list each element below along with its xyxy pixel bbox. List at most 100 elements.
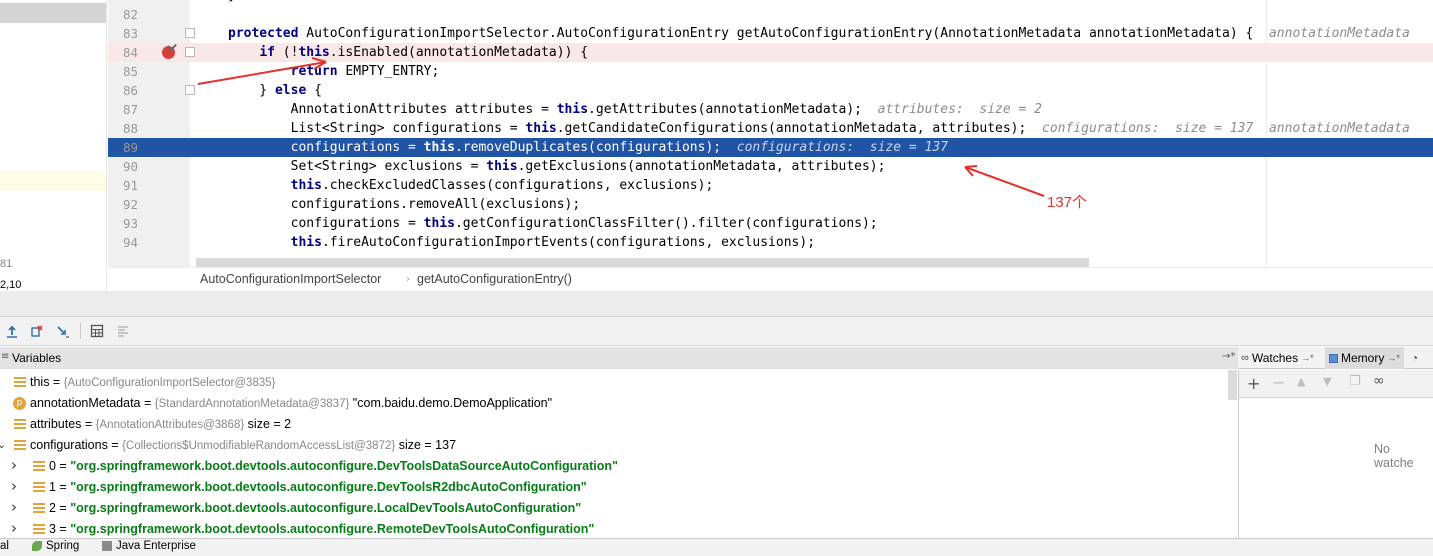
line-number[interactable]: 93 <box>108 214 138 233</box>
code-text[interactable]: } else { <box>228 81 322 100</box>
step-out-button[interactable] <box>3 322 21 340</box>
code-text[interactable]: AnnotationAttributes attributes = this.g… <box>228 100 1042 119</box>
code-keyword: if <box>259 45 275 60</box>
code-line-82[interactable]: 82 <box>108 5 1433 24</box>
code-line-91[interactable]: 91 this.checkExcludedClasses(configurati… <box>108 176 1433 195</box>
expanded-chevron-icon[interactable]: ⌄ <box>0 438 6 451</box>
evaluate-expression-button[interactable] <box>88 322 106 340</box>
line-number[interactable]: 83 <box>108 24 138 43</box>
variables-tree[interactable]: this = {AutoConfigurationImportSelector@… <box>0 370 1238 538</box>
field-icon <box>14 418 26 430</box>
variable-text: 0 = "org.springframework.boot.devtools.a… <box>49 459 618 473</box>
breakpoint-icon[interactable] <box>162 46 175 59</box>
code-text[interactable]: protected AutoConfigurationImportSelecto… <box>228 24 1410 43</box>
watches-tab[interactable]: ∞ Watches →* <box>1241 347 1314 369</box>
move-down-icon[interactable]: ▼ <box>1323 375 1331 388</box>
code-text[interactable]: this.checkExcludedClasses(configurations… <box>228 176 714 195</box>
line-number[interactable]: 85 <box>108 62 138 81</box>
line-number[interactable]: 86 <box>108 81 138 100</box>
fold-marker-icon[interactable] <box>185 47 195 57</box>
fold-marker-icon[interactable] <box>185 28 195 38</box>
code-line-83[interactable]: 83 protected AutoConfigurationImportSelec… <box>108 24 1433 43</box>
watches-panel[interactable]: + − ▲ ▼ ❐ ∞ No watche <box>1238 370 1433 538</box>
variable-equals: = <box>49 375 64 389</box>
code-line-94[interactable]: 94 this.fireAutoConfigurationImportEvent… <box>108 233 1433 252</box>
code-line-84[interactable]: 84 if (!this.isEnabled(annotationMetadat… <box>108 43 1433 62</box>
bottom-tab-java-enterprise[interactable]: Java Enterprise <box>102 540 196 552</box>
code-line-93[interactable]: 93 configurations = this.getConfiguratio… <box>108 214 1433 233</box>
variables-panel-tab[interactable]: ≡ Variables →* <box>0 347 1238 369</box>
code-text[interactable]: this.fireAutoConfigurationImportEvents(c… <box>228 233 815 252</box>
show-watches-glasses-icon[interactable]: ∞ <box>1373 373 1385 389</box>
watches-tab-label: Watches <box>1251 351 1299 365</box>
variable-name: 0 <box>49 459 56 473</box>
drop-frame-button[interactable] <box>28 322 46 340</box>
code-keyword: this <box>423 140 455 155</box>
move-up-icon[interactable]: ▲ <box>1297 375 1305 388</box>
code-line-86[interactable]: 86 } else { <box>108 81 1433 100</box>
variable-row-configurations[interactable]: ⌄ configurations = {Collections$Unmodifia… <box>0 435 1226 456</box>
collapsed-chevron-icon[interactable]: › <box>11 456 17 474</box>
line-number[interactable]: 91 <box>108 176 138 195</box>
code-text[interactable]: Set<String> exclusions = this.getExclusi… <box>228 157 886 176</box>
line-number[interactable]: 90 <box>108 157 138 176</box>
variable-text: 2 = "org.springframework.boot.devtools.a… <box>49 501 581 515</box>
variables-list-icon: ≡ <box>1 351 10 362</box>
bottom-tab-partial[interactable]: al <box>0 540 9 552</box>
line-number[interactable]: 89 <box>108 138 138 157</box>
fold-marker-icon[interactable] <box>185 85 195 95</box>
code-text[interactable]: return EMPTY_ENTRY; <box>228 62 440 81</box>
remove-watch-icon[interactable]: − <box>1272 373 1285 392</box>
code-token: .removeDuplicates(configurations); <box>454 140 729 155</box>
code-line-90[interactable]: 90 Set<String> exclusions = this.getExcl… <box>108 157 1433 176</box>
line-number[interactable]: 92 <box>108 195 138 214</box>
code-text[interactable]: configurations = this.removeDuplicates(c… <box>228 138 948 157</box>
variables-vertical-scrollbar[interactable] <box>1228 370 1237 400</box>
memory-hide-icon[interactable]: →* <box>1387 353 1400 363</box>
memory-tab[interactable]: Memory →* <box>1325 347 1404 369</box>
variable-row-this[interactable]: this = {AutoConfigurationImportSelector@… <box>0 372 1226 393</box>
editor-horizontal-scrollbar[interactable] <box>196 258 1089 267</box>
variable-equals: = <box>140 396 155 410</box>
variable-text: configurations = {Collections$Unmodifiab… <box>30 438 456 452</box>
variables-title: Variables <box>12 351 62 365</box>
breadcrumb-method[interactable]: getAutoConfigurationEntry() <box>417 272 572 286</box>
code-text[interactable]: List<String> configurations = this.getCa… <box>228 119 1410 138</box>
code-line-87[interactable]: 87 AnnotationAttributes attributes = thi… <box>108 100 1433 119</box>
variable-row-annotationMetadata[interactable]: p annotationMetadata = {StandardAnnotatio… <box>0 393 1226 414</box>
variable-item-row[interactable]: › 3 = "org.springframework.boot.devtools.… <box>0 519 1226 538</box>
code-line-92[interactable]: 92 configurations.removeAll(exclusions); <box>108 195 1433 214</box>
run-to-cursor-button[interactable] <box>54 322 72 340</box>
line-number[interactable]: 87 <box>108 100 138 119</box>
variable-item-row[interactable]: › 1 = "org.springframework.boot.devtools.… <box>0 477 1226 498</box>
code-line-85[interactable]: 85 return EMPTY_ENTRY; <box>108 62 1433 81</box>
line-number[interactable]: 84 <box>108 43 138 62</box>
breadcrumb-class[interactable]: AutoConfigurationImportSelector <box>200 272 381 286</box>
watches-hide-icon[interactable]: →* <box>1301 353 1314 363</box>
line-number[interactable]: 94 <box>108 233 138 252</box>
line-number[interactable]: 82 <box>108 5 138 24</box>
variables-hide-icon[interactable]: →* <box>1222 351 1235 362</box>
collapsed-chevron-icon[interactable]: › <box>11 498 17 516</box>
trace-stream-button[interactable] <box>114 322 132 340</box>
variable-item-row[interactable]: › 0 = "org.springframework.boot.devtools.… <box>0 456 1226 477</box>
code-line-88[interactable]: 88 List<String> configurations = this.ge… <box>108 119 1433 138</box>
code-text[interactable]: configurations = this.getConfigurationCl… <box>228 214 878 233</box>
variable-item-row[interactable]: › 2 = "org.springframework.boot.devtools.… <box>0 498 1226 519</box>
bottom-tab-spring[interactable]: Spring <box>32 540 79 552</box>
code-editor[interactable]: 81}8283protected AutoConfigurationImport… <box>108 0 1433 267</box>
code-text[interactable]: configurations.removeAll(exclusions); <box>228 195 581 214</box>
add-watch-icon[interactable]: + <box>1247 374 1260 393</box>
code-keyword: this <box>298 45 330 60</box>
code-text[interactable]: if (!this.isEnabled(annotationMetadata))… <box>228 43 588 62</box>
collapsed-chevron-icon[interactable]: › <box>11 519 17 537</box>
line-number[interactable]: 88 <box>108 119 138 138</box>
variable-row-attributes[interactable]: attributes = {AnnotationAttributes@3868}… <box>0 414 1226 435</box>
overhead-tab[interactable]: ◔ <box>1411 347 1418 369</box>
duplicate-watch-icon[interactable]: ❐ <box>1349 374 1361 389</box>
project-panel-strip[interactable]: 81 2,10 <box>0 0 107 291</box>
code-line-89[interactable]: 89 configurations = this.removeDuplicate… <box>108 138 1433 157</box>
project-tree-selected-row[interactable] <box>0 3 106 23</box>
collapsed-chevron-icon[interactable]: › <box>11 477 17 495</box>
